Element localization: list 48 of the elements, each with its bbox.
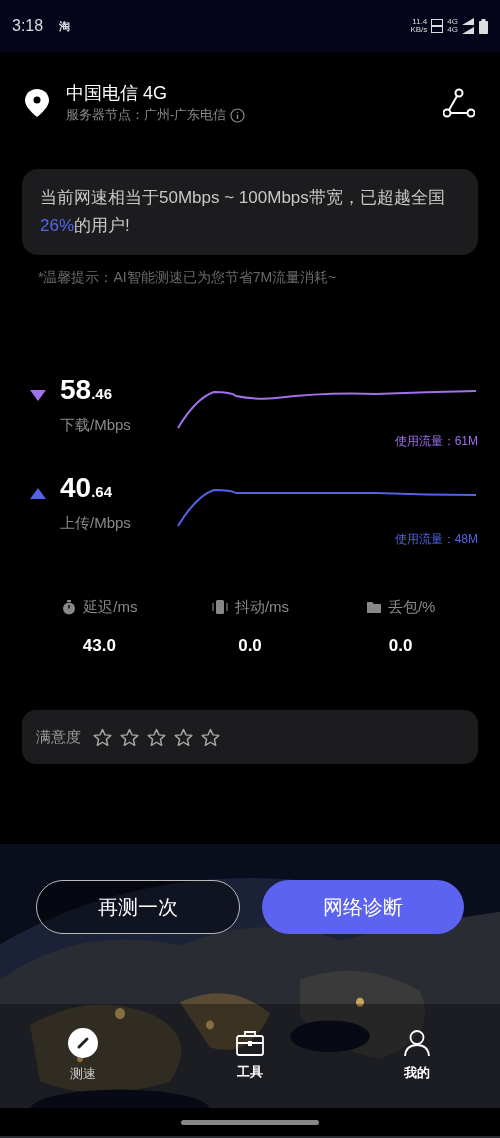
tab[interactable]: 我的	[333, 1029, 500, 1083]
star-icon[interactable]	[201, 727, 220, 747]
hd-icon	[431, 19, 444, 33]
star-icon[interactable]	[147, 727, 166, 747]
stat-value: 0.0	[388, 634, 413, 657]
tab[interactable]: 测速	[0, 1028, 167, 1084]
rating-label: 满意度	[36, 726, 81, 747]
retest-button[interactable]: 再测一次	[36, 880, 240, 934]
sim-network-type: 4G	[447, 26, 458, 34]
folder-icon	[365, 600, 382, 615]
person-icon	[402, 1029, 431, 1058]
star-icon[interactable]	[174, 727, 193, 747]
stat-label: 丢包/%	[387, 597, 436, 617]
network-speed-unit: KB/s	[410, 26, 428, 34]
toolbox-icon	[236, 1030, 264, 1057]
signal-icon	[462, 18, 475, 34]
data-usage: 使用流量：48M	[394, 531, 478, 548]
data-usage: 使用流量：61M	[394, 433, 478, 450]
vibration-icon	[210, 599, 229, 616]
tab[interactable]: 工具	[166, 1030, 334, 1082]
speed-decimals: .46	[91, 386, 112, 401]
info-icon	[230, 107, 246, 123]
stat-label: 延迟/ms	[83, 597, 138, 617]
speed-value: 58	[60, 376, 92, 404]
tip-text: *温馨提示：AI智能测速已为您节省7M流量消耗~	[38, 268, 338, 287]
stat-label: 抖动/ms	[234, 597, 290, 617]
star-icon[interactable]	[120, 727, 139, 747]
stat-value: 43.0	[82, 634, 116, 657]
clock: 3:18	[12, 16, 44, 36]
gauge-icon	[68, 1028, 99, 1059]
speed-unit: 下载/Mbps	[60, 415, 132, 435]
route-icon	[443, 88, 475, 118]
diagnose-button[interactable]: 网络诊断	[262, 880, 464, 934]
network-speed: 11.4	[412, 18, 428, 26]
server-label: 服务器节点：广州-广东电信	[66, 106, 227, 125]
route-button[interactable]	[442, 86, 476, 120]
battery-icon	[479, 18, 488, 34]
carrier-name: 中国电信 4G	[66, 82, 168, 106]
stat-value: 0.0	[238, 634, 262, 657]
star-icon[interactable]	[93, 727, 112, 747]
result-text: 当前网速相当于50Mbps ~ 100Mbps带宽，已超越全国26%的用户!	[40, 188, 445, 235]
app-label: 淘	[59, 18, 71, 34]
speed-decimals: .64	[91, 484, 112, 499]
speed-unit: 上传/Mbps	[60, 513, 132, 533]
location-pin-icon	[24, 88, 50, 118]
speed-value: 40	[60, 474, 92, 502]
stopwatch-icon	[61, 599, 78, 616]
sim-network-type: 4G	[447, 18, 458, 26]
